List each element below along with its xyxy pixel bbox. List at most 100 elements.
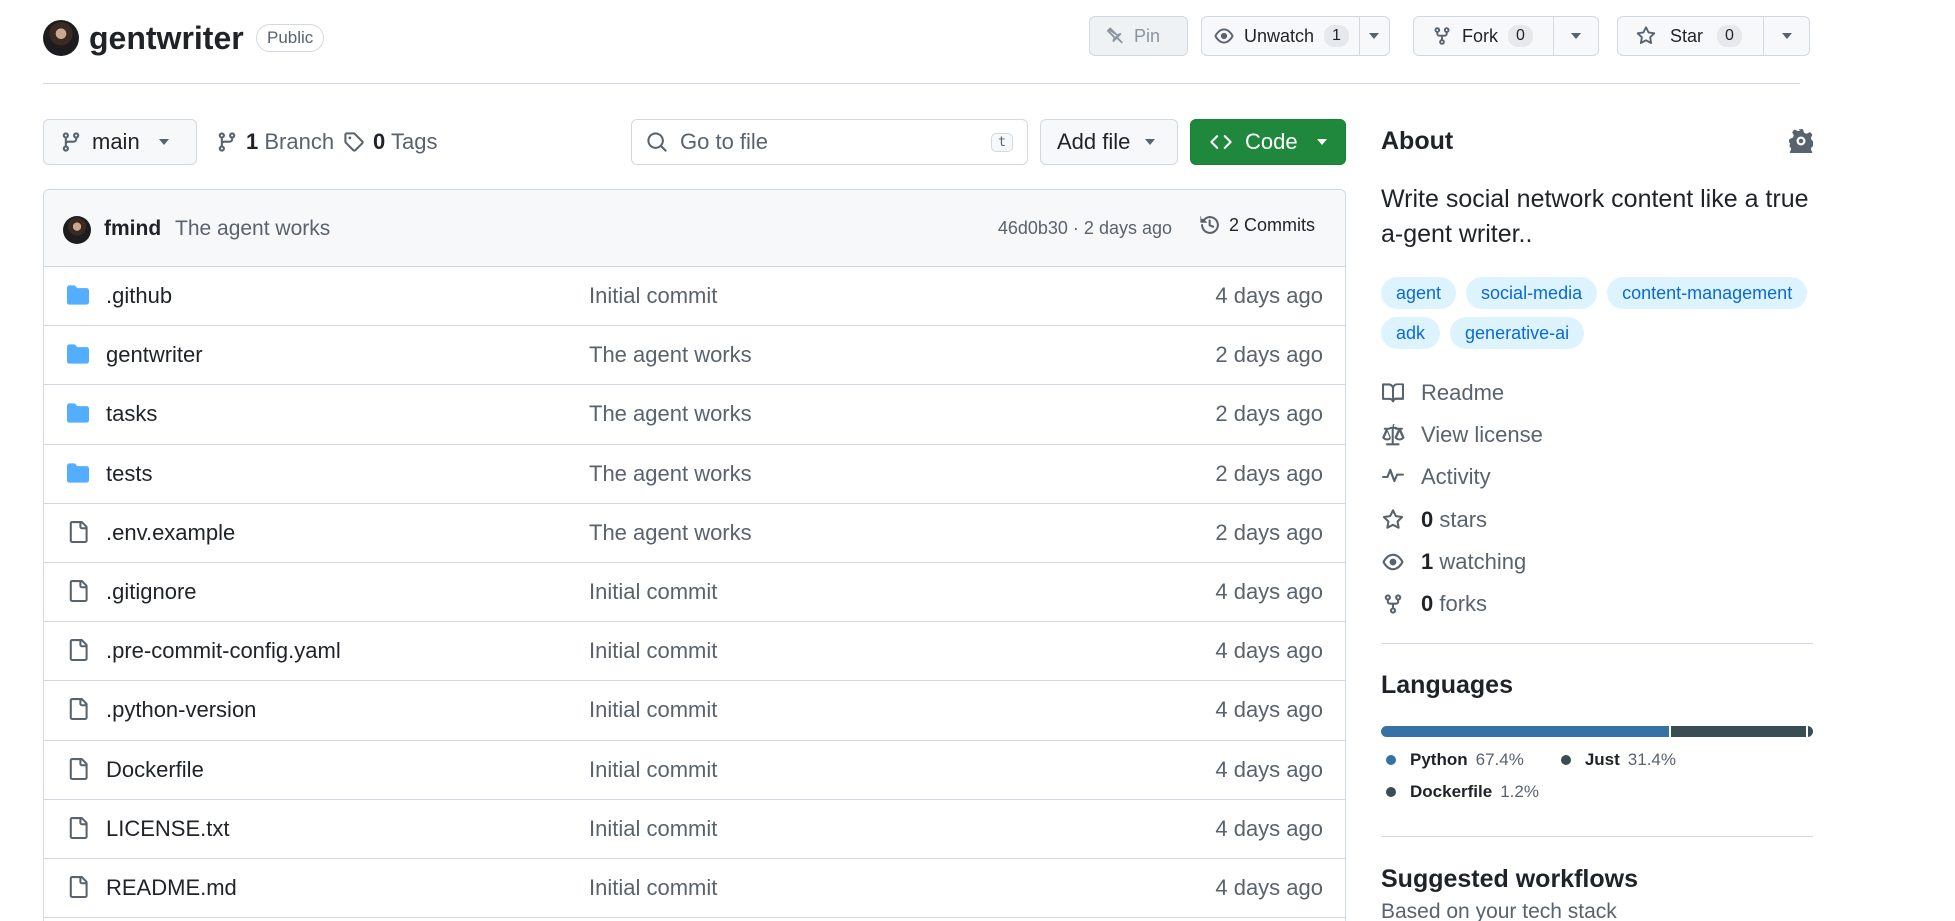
language-bar-segment[interactable] <box>1381 726 1670 737</box>
commit-hash-time[interactable]: 46d0b30 · 2 days ago <box>998 218 1172 239</box>
commits-link[interactable]: 2 Commits <box>1199 214 1315 236</box>
owner-avatar[interactable] <box>43 20 79 56</box>
fork-label: Fork <box>1462 25 1498 46</box>
file-commit-message[interactable]: The agent works <box>589 401 752 427</box>
file-row[interactable]: tasks The agent works 2 days ago <box>44 385 1345 445</box>
file-row[interactable]: .github Initial commit 4 days ago <box>44 267 1345 327</box>
activity-link[interactable]: Activity <box>1381 456 1813 498</box>
language-item[interactable]: Just 31.4% <box>1556 744 1676 776</box>
language-bar-segment[interactable] <box>1807 726 1813 737</box>
topic-tag[interactable]: social-media <box>1466 277 1598 309</box>
history-icon <box>1199 214 1221 236</box>
star-icon <box>1636 26 1656 46</box>
language-list: Python 67.4% Just 31.4% Dockerfile 1.2% <box>1381 744 1813 808</box>
file-commit-date: 2 days ago <box>1215 401 1323 427</box>
star-options-button[interactable] <box>1764 16 1810 56</box>
git-branch-icon <box>60 131 82 153</box>
chevron-down-icon <box>1781 32 1793 40</box>
language-percent: 1.2% <box>1500 782 1539 801</box>
file-commit-message[interactable]: Initial commit <box>589 697 717 723</box>
readme-label: Readme <box>1421 380 1505 406</box>
file-row[interactable]: .python-version Initial commit 4 days ago <box>44 681 1345 741</box>
commits-count-label: 2 Commits <box>1228 214 1315 235</box>
commit-message[interactable]: The agent works <box>175 217 330 241</box>
file-commit-message[interactable]: Initial commit <box>589 816 717 842</box>
forks-link[interactable]: 0 forks <box>1381 583 1813 625</box>
file-commit-message[interactable]: The agent works <box>589 520 752 546</box>
license-link[interactable]: View license <box>1381 414 1813 456</box>
file-name[interactable]: gentwriter <box>106 342 203 368</box>
branches-link[interactable]: 1 Branch <box>216 129 334 155</box>
file-row[interactable]: README.md Initial commit 4 days ago <box>44 859 1345 919</box>
file-icon <box>66 579 90 602</box>
stars-link[interactable]: 0 stars <box>1381 499 1813 541</box>
folder-icon <box>66 402 90 424</box>
file-commit-message[interactable]: Initial commit <box>589 875 717 901</box>
file-name[interactable]: .gitignore <box>106 579 197 605</box>
file-name[interactable]: tasks <box>106 401 157 427</box>
pin-button[interactable]: Pin <box>1089 16 1188 56</box>
license-label: View license <box>1421 422 1543 448</box>
file-commit-message[interactable]: Initial commit <box>589 757 717 783</box>
commit-author-avatar[interactable] <box>63 216 91 244</box>
sidebar-divider <box>1381 836 1813 837</box>
sidebar-divider <box>1381 643 1813 644</box>
topic-tag[interactable]: generative-ai <box>1450 317 1585 349</box>
file-name[interactable]: README.md <box>106 875 237 901</box>
file-row[interactable]: .pre-commit-config.yaml Initial commit 4 d… <box>44 622 1345 682</box>
fork-icon <box>1381 593 1405 615</box>
file-name[interactable]: tests <box>106 461 152 487</box>
file-name[interactable]: .env.example <box>106 520 235 546</box>
stars-count: 0 <box>1421 506 1434 532</box>
tags-link[interactable]: 0 Tags <box>343 129 437 155</box>
topic-tag[interactable]: adk <box>1381 317 1441 349</box>
file-name[interactable]: Dockerfile <box>106 757 204 783</box>
fork-button[interactable]: Fork 0 <box>1413 16 1554 56</box>
watch-options-button[interactable] <box>1359 16 1390 56</box>
file-commit-message[interactable]: The agent works <box>589 461 752 487</box>
file-commit-date: 2 days ago <box>1215 519 1323 545</box>
readme-link[interactable]: Readme <box>1381 372 1813 414</box>
language-name: Python <box>1410 750 1468 769</box>
file-row[interactable]: tests The agent works 2 days ago <box>44 445 1345 504</box>
fork-options-button[interactable] <box>1554 16 1599 56</box>
language-item[interactable]: Python 67.4% <box>1381 744 1524 776</box>
file-commit-message[interactable]: Initial commit <box>589 579 717 605</box>
file-commit-date: 4 days ago <box>1215 283 1323 308</box>
file-name[interactable]: .github <box>106 283 172 309</box>
language-bar-segment[interactable] <box>1671 726 1806 737</box>
branch-select-button[interactable]: main <box>43 119 197 165</box>
topic-tag[interactable]: content-management <box>1607 277 1808 309</box>
file-row[interactable]: .gitignore Initial commit 4 days ago <box>44 563 1345 623</box>
repo-page: gentwriter Public Pin Unwatch 1 Fork 0 S… <box>0 0 1955 921</box>
file-row[interactable]: LICENSE.txt Initial commit 4 days ago <box>44 800 1345 859</box>
go-to-file-search[interactable]: t <box>631 119 1028 165</box>
repo-name[interactable]: gentwriter <box>89 16 244 60</box>
file-commit-message[interactable]: Initial commit <box>589 638 717 664</box>
watching-link[interactable]: 1 watching <box>1381 541 1813 583</box>
file-name[interactable]: LICENSE.txt <box>106 816 229 842</box>
commit-author[interactable]: fmind <box>104 217 161 241</box>
gear-icon[interactable] <box>1789 129 1813 153</box>
code-button[interactable]: Code <box>1190 119 1346 165</box>
language-item[interactable]: Dockerfile 1.2% <box>1381 776 1539 808</box>
topic-list: agent social-media content-management adk ge… <box>1381 277 1813 349</box>
file-name[interactable]: .python-version <box>106 697 256 723</box>
add-file-button[interactable]: Add file <box>1040 119 1178 165</box>
star-button[interactable]: Star 0 <box>1617 16 1764 56</box>
file-name[interactable]: .pre-commit-config.yaml <box>106 638 341 664</box>
go-to-file-input[interactable] <box>680 129 980 155</box>
file-commit-message[interactable]: Initial commit <box>589 283 717 309</box>
file-icon <box>66 757 90 780</box>
file-row[interactable]: .env.example The agent works 2 days ago <box>44 504 1345 563</box>
unwatch-button[interactable]: Unwatch 1 <box>1201 16 1360 56</box>
tag-label: Tags <box>390 129 438 154</box>
latest-commit-bar: fmind The agent works 46d0b30 · 2 days a… <box>44 190 1345 267</box>
file-commit-message[interactable]: The agent works <box>589 342 752 368</box>
branch-count: 1 <box>246 129 259 154</box>
file-row[interactable]: gentwriter The agent works 2 days ago <box>44 326 1345 386</box>
topic-tag[interactable]: agent <box>1381 277 1457 309</box>
forks-label: forks <box>1439 591 1488 617</box>
file-row[interactable]: Dockerfile Initial commit 4 days ago <box>44 741 1345 800</box>
language-percent: 67.4% <box>1475 750 1524 769</box>
